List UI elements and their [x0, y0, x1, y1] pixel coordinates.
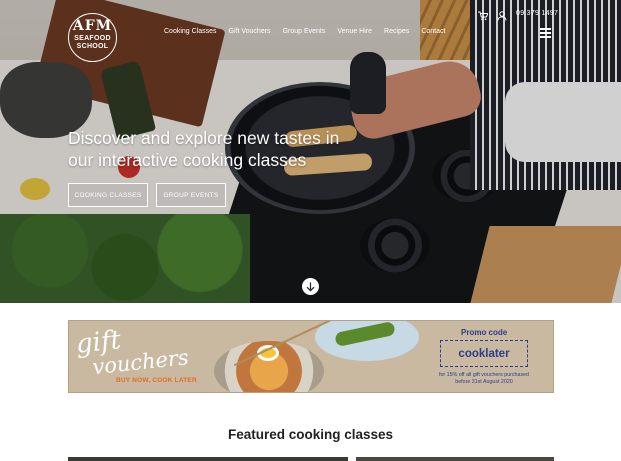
promo-fine-print: for 15% off all gift vouchers purchased [438, 372, 529, 378]
arrow-down-icon[interactable] [302, 278, 319, 295]
header-utilities: 09 379 1497 [478, 8, 558, 21]
promo-fine-print: before 31st August 2020 [455, 379, 513, 385]
banner-gift-vouchers-title: gift vouchers [74, 321, 189, 380]
hamburger-menu-icon[interactable] [540, 28, 551, 38]
nav-link-recipes[interactable]: Recipes [384, 28, 409, 35]
nav-link-venue-hire[interactable]: Venue Hire [337, 28, 372, 35]
featured-section-title: Featured cooking classes [227, 427, 394, 442]
logo-text: SEAFOOD [74, 35, 111, 42]
logo-text: AFM [72, 18, 113, 34]
logo-text: SCHOOL [76, 43, 109, 50]
banner-tagline: BUY NOW, COOK LATER [116, 377, 197, 384]
phone-number[interactable]: 09 379 1497 [516, 10, 558, 17]
cart-icon[interactable] [478, 8, 489, 21]
hero-headline-line: Discover and explore new tastes in [68, 128, 340, 148]
main-nav: Cooking Classes Gift Vouchers Group Even… [164, 28, 445, 35]
site-logo[interactable]: AFM SEAFOOD SCHOOL [68, 13, 117, 62]
nav-link-gift-vouchers[interactable]: Gift Vouchers [229, 28, 271, 35]
nav-link-contact[interactable]: Contact [421, 28, 445, 35]
promo-label: Promo code [461, 328, 508, 337]
user-icon[interactable] [497, 8, 507, 21]
nav-link-cooking-classes[interactable]: Cooking Classes [164, 28, 217, 35]
hero-headline-line: our interactive cooking classes [68, 150, 307, 170]
featured-class-card[interactable] [356, 457, 554, 461]
nav-link-group-events[interactable]: Group Events [283, 28, 326, 35]
cooking-classes-button[interactable]: COOKING CLASSES [68, 183, 148, 207]
hero-headline: Discover and explore new tastes in our i… [68, 127, 378, 171]
promo-code: cooklater [440, 340, 528, 367]
hero-section: AFM SEAFOOD SCHOOL Cooking Classes Gift … [0, 0, 621, 303]
gift-voucher-banner[interactable]: gift vouchers BUY NOW, COOK LATER Promo … [68, 320, 554, 393]
group-events-button[interactable]: GROUP EVENTS [156, 183, 226, 207]
featured-class-card[interactable] [68, 457, 348, 461]
